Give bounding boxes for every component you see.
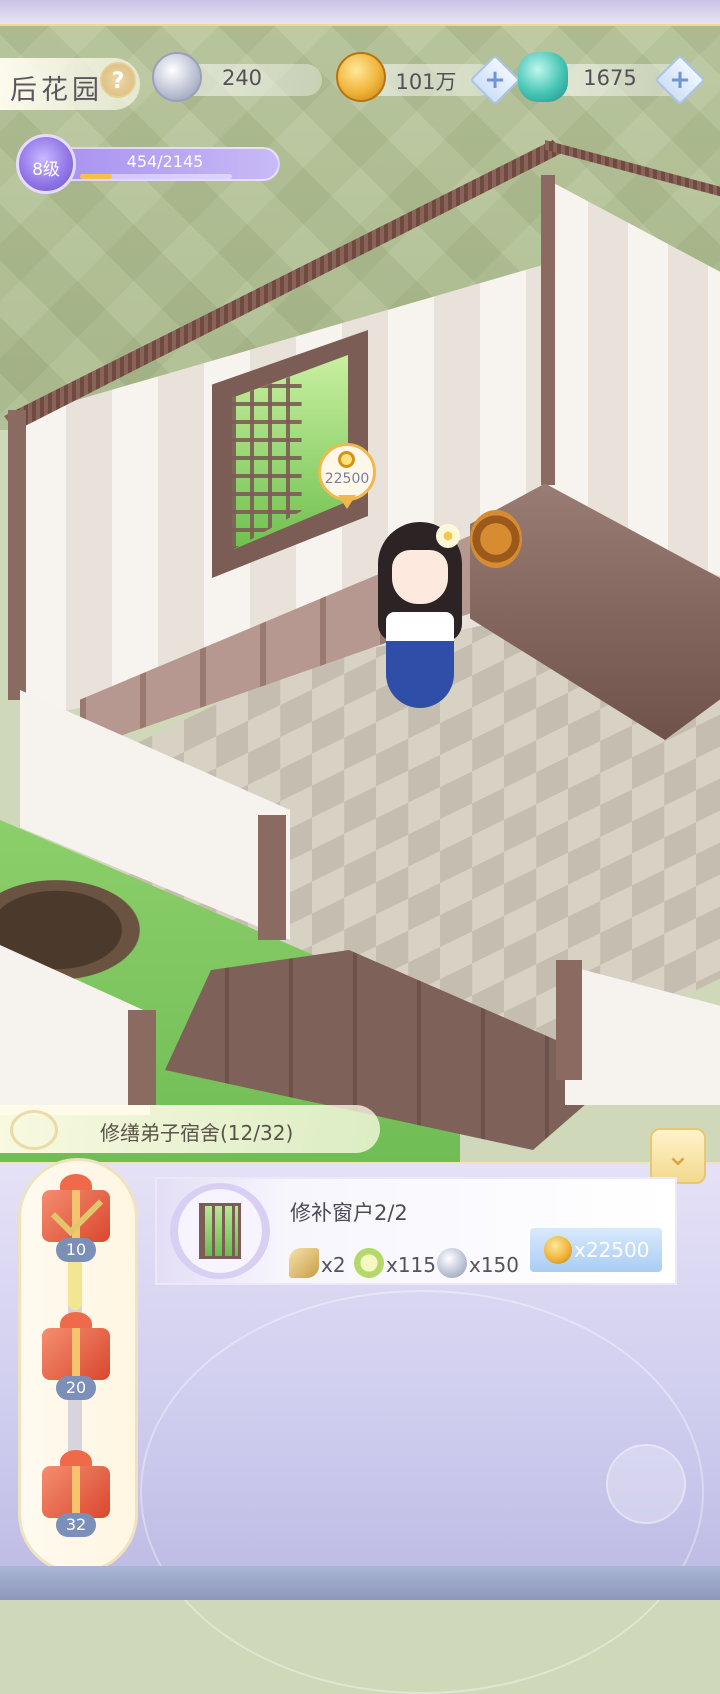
top-frame [0,0,720,26]
plus-icon: + [669,65,691,95]
left-post [8,410,26,700]
question-mark-icon: ? [111,69,125,94]
collapse-button[interactable]: ⌄ [650,1128,706,1184]
task-header-title: 修缮弟子宿舍(12/32) [100,1121,294,1145]
character-face [392,550,448,604]
front-wall-post [258,815,286,940]
silver-coin-icon [152,52,202,102]
gold-coin-icon [338,451,355,468]
help-button[interactable]: ? [100,62,136,98]
bench-medallion [470,510,522,568]
gold-value: 101万 [395,70,457,94]
character-robe [386,612,454,708]
price-amount: 22500 [324,471,370,487]
gold-coin-icon [544,1236,572,1264]
milestone-label-10: 10 [56,1238,96,1262]
bottom-strip [0,1566,720,1600]
requirement-silver-amount: x150 [469,1253,520,1277]
cloud-ornament-icon [10,1110,58,1150]
level-label: 8级 [32,160,60,180]
build-shortcut-button[interactable] [606,1444,686,1524]
corner-post [541,175,555,485]
repair-cost-amount: x22500 [574,1238,650,1262]
lower-right-post [556,960,582,1080]
requirement-scroll-amount: x2 [321,1253,346,1277]
milestone-label-32: 32 [56,1513,96,1537]
plus-icon: + [484,65,506,95]
level-badge: 8级 [16,134,76,194]
xp-text: 454/2145 [126,152,204,171]
add-gold-button[interactable]: + [469,54,521,106]
window-repair-price-marker[interactable]: 22500 [318,443,378,515]
cabbage-icon [354,1248,384,1278]
window-icon [199,1203,241,1259]
gift-band [72,1328,80,1380]
disciple-character[interactable] [372,522,468,718]
chevron-down-icon: ⌄ [665,1138,691,1173]
silver-value: 240 [221,66,263,90]
requirement-cabbage-amount: x115 [386,1253,437,1277]
xp-progress-track [80,174,232,179]
price-bubble-tail [338,495,356,509]
milestone-label-20: 20 [56,1376,96,1400]
xp-progress-fill [80,174,113,179]
milestone-gift-20[interactable] [36,1312,116,1384]
silver-coin-icon [437,1248,467,1278]
gift-band [72,1466,80,1518]
jade-dragon-icon [518,52,568,102]
task-name: 修补窗户2/2 [290,1201,408,1225]
hair-flower-icon [436,524,460,548]
milestone-gift-32[interactable] [36,1450,116,1522]
add-jade-button[interactable]: + [654,54,706,106]
lower-left-post [128,1010,156,1105]
resource-bar: 后花园 ? 240 101万 + 1675 + [0,44,720,114]
page-title: 后花园 [10,75,103,106]
gold-coin-icon [336,52,386,102]
scroll-icon [289,1248,319,1278]
jade-value: 1675 [583,66,637,90]
